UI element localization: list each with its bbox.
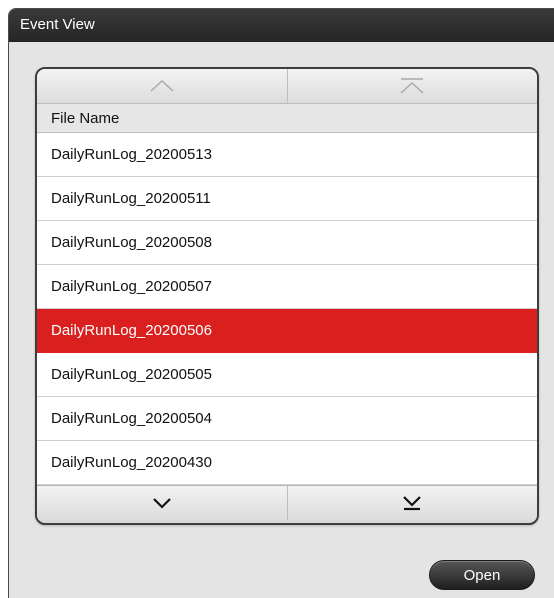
list-item[interactable]: DailyRunLog_20200506 bbox=[37, 309, 537, 353]
scroll-down-button[interactable] bbox=[37, 486, 287, 520]
list-item[interactable]: DailyRunLog_20200430 bbox=[37, 441, 537, 485]
chevron-down-icon bbox=[152, 497, 172, 509]
scroll-bar-bottom bbox=[37, 485, 537, 520]
list-item[interactable]: DailyRunLog_20200504 bbox=[37, 397, 537, 441]
column-header-file-name[interactable]: File Name bbox=[37, 103, 537, 133]
dialog-title: Event View bbox=[9, 9, 554, 42]
file-list-panel: File Name DailyRunLog_20200513 DailyRunLo… bbox=[35, 67, 539, 525]
chevron-up-icon bbox=[149, 79, 175, 93]
list-item[interactable]: DailyRunLog_20200508 bbox=[37, 221, 537, 265]
event-view-dialog: Event View File Name DailyRunLog_2020051… bbox=[8, 8, 554, 598]
scroll-to-top-button[interactable] bbox=[286, 69, 538, 103]
open-button[interactable]: Open bbox=[429, 560, 535, 590]
scroll-to-bottom-icon bbox=[402, 495, 422, 511]
scroll-up-button[interactable] bbox=[37, 69, 287, 103]
list-item[interactable]: DailyRunLog_20200505 bbox=[37, 353, 537, 397]
scroll-to-bottom-button[interactable] bbox=[286, 486, 538, 520]
list-item[interactable]: DailyRunLog_20200513 bbox=[37, 133, 537, 177]
file-list: DailyRunLog_20200513 DailyRunLog_20200511… bbox=[37, 133, 537, 485]
list-item[interactable]: DailyRunLog_20200511 bbox=[37, 177, 537, 221]
scroll-bar-top bbox=[37, 69, 537, 103]
list-item[interactable]: DailyRunLog_20200507 bbox=[37, 265, 537, 309]
scroll-to-top-icon bbox=[399, 77, 425, 95]
